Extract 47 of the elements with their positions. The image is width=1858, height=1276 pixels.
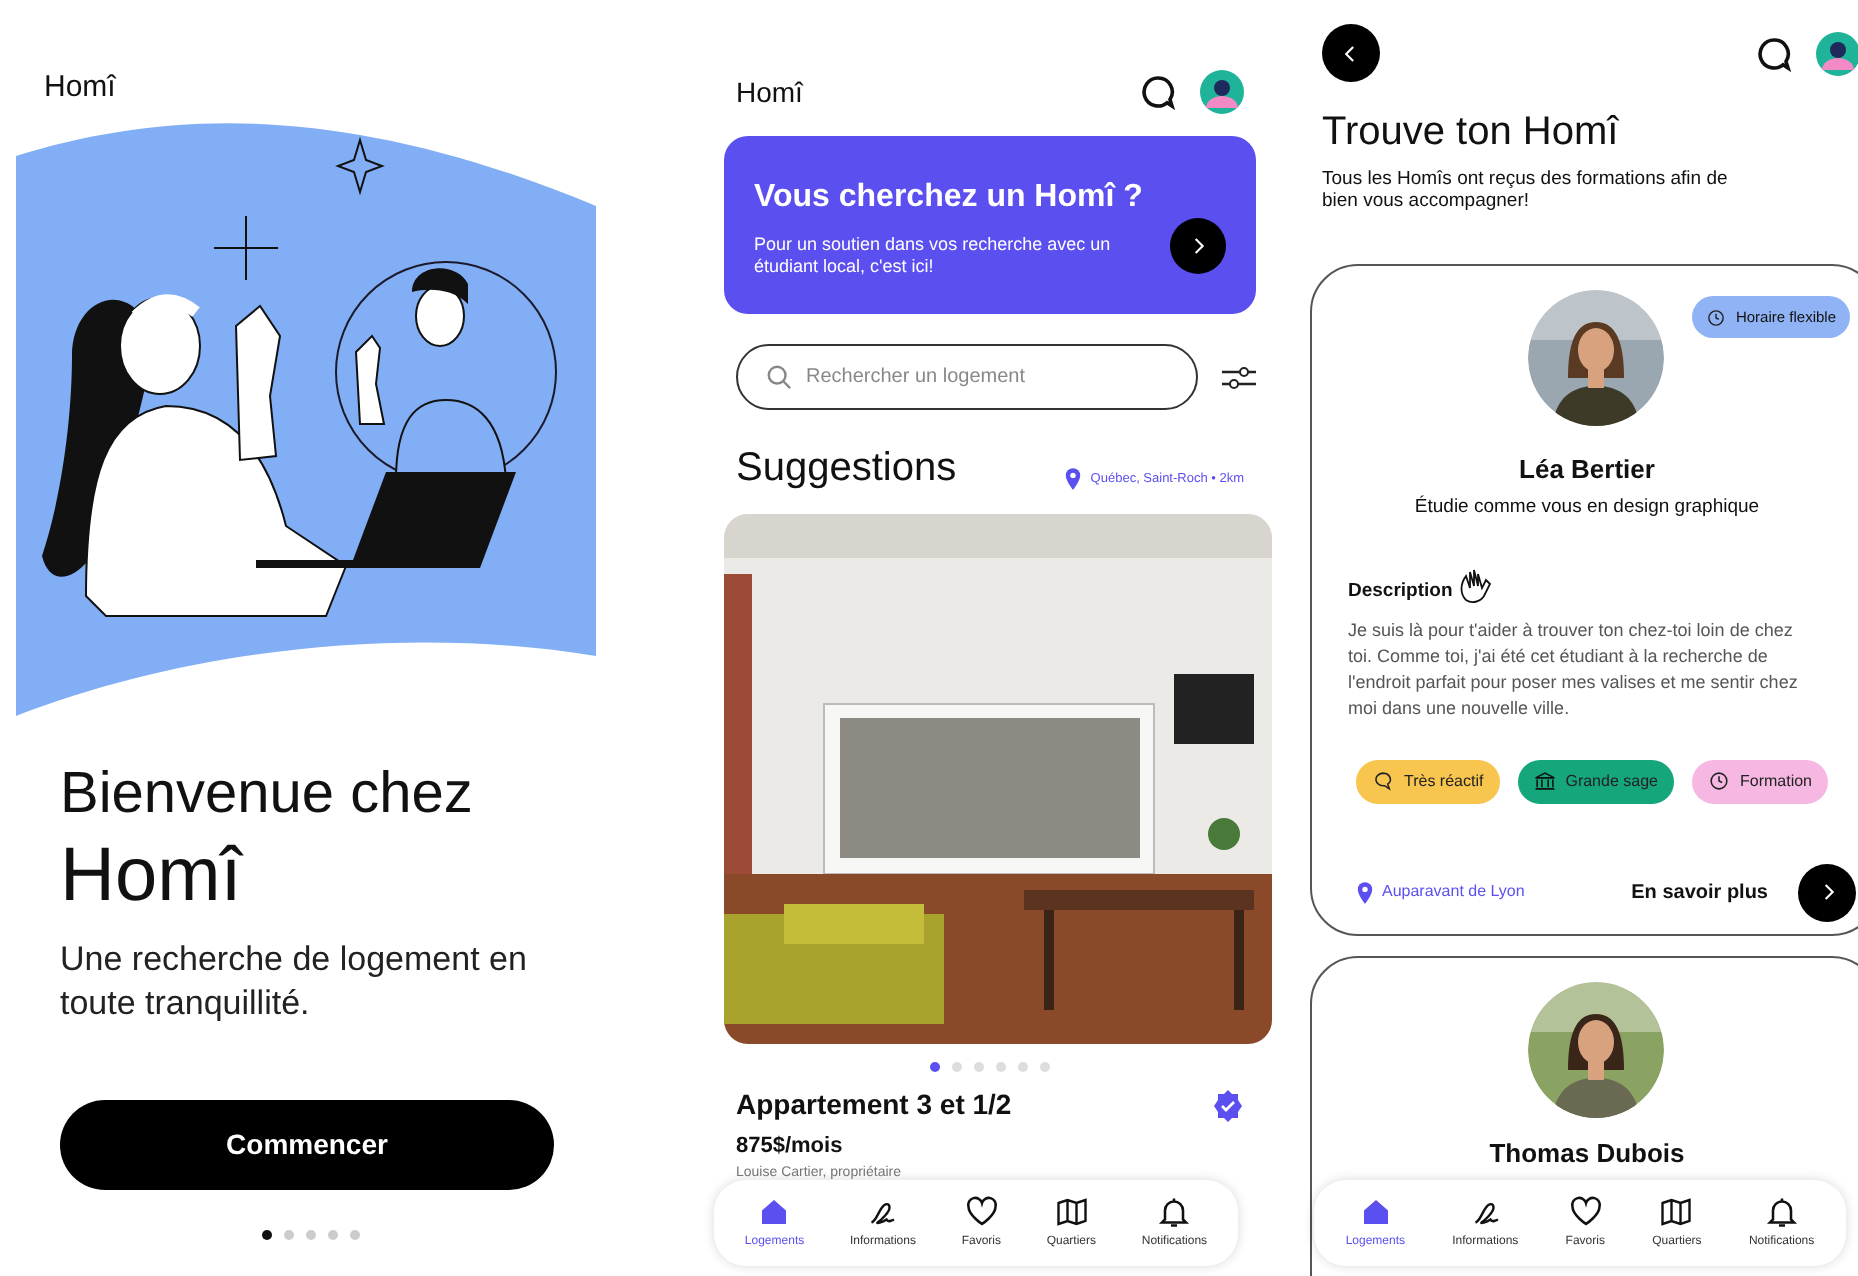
map-icon: [1658, 1194, 1695, 1230]
logo: Homî: [44, 68, 116, 108]
listing-price: 875$/mois: [734, 1132, 845, 1162]
page-title: Trouve ton Homî: [1322, 108, 1621, 158]
profile-name: Thomas Dubois: [1489, 1136, 1685, 1172]
page-subtitle: Tous les Homîs ont reçus des formations afin de bien vous accompagner!: [1322, 168, 1730, 212]
building-icon: [1533, 770, 1556, 793]
chat-icon[interactable]: [1756, 35, 1792, 71]
search-field[interactable]: Rechercher un logement: [736, 344, 1198, 410]
tag: Très réactif: [1356, 759, 1500, 804]
search-icon: [766, 364, 792, 390]
back-button[interactable]: [1322, 24, 1380, 82]
promo-banner[interactable]: Vous cherchez un Homî ? Pour un soutien dans vos recherche avec un étudiant local, c'est ici!: [724, 136, 1256, 314]
map-icon: [1053, 1194, 1090, 1230]
brand-name: Homî: [60, 832, 242, 922]
avatar-icon[interactable]: [1816, 31, 1858, 75]
waving-hand-icon: [1456, 565, 1497, 606]
search-input[interactable]: Rechercher un logement: [806, 362, 1146, 392]
welcome-subtitle: Une recherche de logement en toute tranquillité.: [60, 938, 529, 1026]
origin-text: Auparavant de Lyon: [1382, 880, 1525, 905]
chat-icon[interactable]: [1140, 74, 1176, 110]
clock-icon: [1705, 307, 1726, 327]
heart-icon: [963, 1194, 1000, 1230]
bell-icon: [1156, 1194, 1193, 1230]
avatar-icon[interactable]: [1200, 70, 1244, 114]
tag: Formation: [1691, 759, 1828, 804]
pin-icon: [1064, 468, 1083, 490]
banner-title: Vous cherchez un Homî ?: [754, 177, 1143, 217]
pin-icon: [1356, 881, 1374, 904]
profile-study: Étudie comme vous en design graphique: [1414, 493, 1760, 521]
heart-icon: [1567, 1194, 1604, 1230]
bell-icon: [1763, 1194, 1800, 1230]
logo: Homî: [736, 73, 803, 111]
arrow-button[interactable]: [1798, 863, 1856, 922]
filter-icon[interactable]: [1222, 363, 1256, 391]
section-title: Suggestions: [736, 444, 957, 494]
description-text: Je suis là pour t'aider à trouver ton chez-toi loin de chez toi. Comme toi, j'ai été cet étudiant à la recherche de l'endroit parfait pour poser mes valises et me sentir chez moi dans une nouvelle ville.: [1348, 617, 1800, 722]
description-label: Description: [1348, 577, 1453, 605]
welcome-title: Bienvenue chez: [60, 760, 473, 830]
listing-title: Appartement 3 et 1/2: [736, 1086, 1012, 1124]
speech-bubble-icon: [1372, 770, 1394, 793]
tag: Grande sage: [1517, 759, 1674, 804]
clock-icon: [1707, 770, 1730, 793]
start-button[interactable]: Commencer: [60, 1100, 554, 1190]
banner-text: Pour un soutien dans vos recherche avec un étudiant local, c'est ici!: [754, 233, 1113, 277]
learn-more-link[interactable]: En savoir plus: [1631, 877, 1768, 908]
profile-name: Léa Bertier: [1519, 452, 1655, 488]
